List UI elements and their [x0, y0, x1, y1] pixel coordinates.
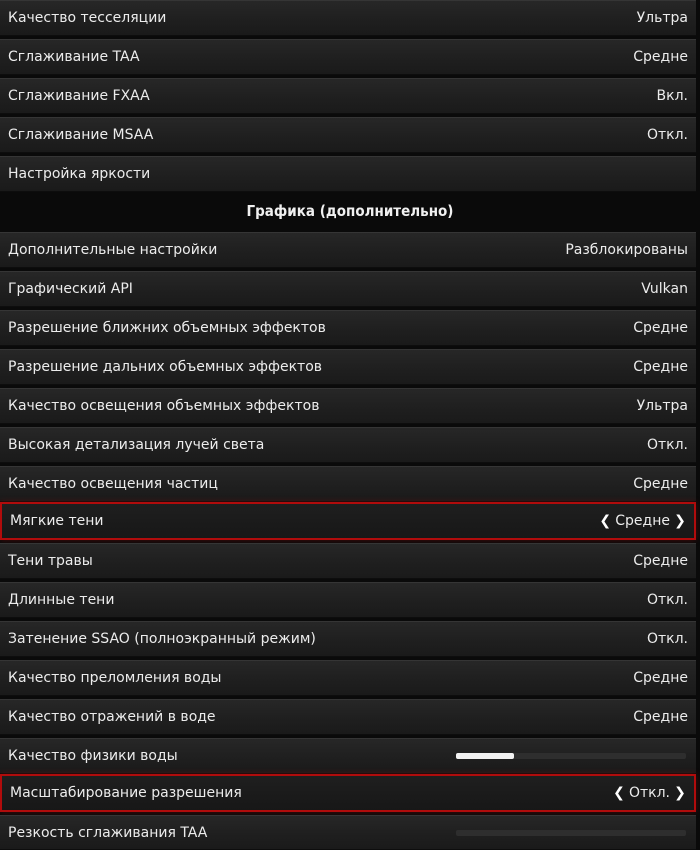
setting-value-selector: ❮ Откл. ❯	[613, 776, 686, 810]
chevron-right-icon[interactable]: ❯	[674, 785, 686, 801]
setting-value: Откл.	[646, 437, 688, 453]
setting-value: Средне	[633, 670, 688, 686]
setting-label: Тени травы	[8, 553, 93, 569]
setting-value: Средне	[615, 513, 670, 529]
section-header-advanced-graphics: Графика (дополнительно)	[0, 193, 700, 229]
setting-row-graphics-api[interactable]: Графический API Vulkan	[0, 271, 696, 307]
setting-label: Качество физики воды	[8, 748, 178, 764]
setting-label: Дополнительные настройки	[8, 242, 218, 258]
chevron-left-icon[interactable]: ❮	[599, 513, 611, 529]
setting-row-resolution-scaling[interactable]: Масштабирование разрешения ❮ Откл. ❯	[0, 774, 696, 812]
setting-label: Качество отражений в воде	[8, 709, 216, 725]
setting-value: Откл.	[646, 127, 688, 143]
water-physics-slider[interactable]	[456, 753, 686, 759]
slider-fill	[456, 753, 514, 759]
setting-value: Средне	[633, 709, 688, 725]
setting-row-high-detail-light-rays[interactable]: Высокая детализация лучей света Откл.	[0, 427, 696, 463]
taa-sharpness-slider[interactable]	[456, 829, 686, 836]
setting-value: Откл.	[646, 592, 688, 608]
chevron-right-icon[interactable]: ❯	[674, 513, 686, 529]
setting-label: Качество преломления воды	[8, 670, 222, 686]
setting-value: Средне	[633, 476, 688, 492]
setting-label: Резкость сглаживания TAA	[8, 824, 208, 841]
setting-label: Затенение SSAO (полноэкранный режим)	[8, 631, 316, 647]
setting-row-grass-shadows[interactable]: Тени травы Средне	[0, 543, 696, 579]
setting-label: Высокая детализация лучей света	[8, 437, 265, 453]
setting-label: Масштабирование разрешения	[10, 785, 242, 801]
setting-row-water-physics-quality[interactable]: Качество физики воды	[0, 738, 696, 774]
setting-row-tessellation-quality[interactable]: Качество тесселяции Ультра	[0, 0, 696, 36]
setting-label: Графический API	[8, 281, 133, 297]
setting-row-brightness[interactable]: Настройка яркости	[0, 156, 696, 192]
graphics-settings-panel: Качество тесселяции Ультра Сглаживание T…	[0, 0, 700, 850]
setting-value: Ультра	[636, 398, 688, 414]
setting-label: Сглаживание FXAA	[8, 88, 150, 104]
setting-row-fxaa[interactable]: Сглаживание FXAA Вкл.	[0, 78, 696, 114]
setting-label: Разрешение ближних объемных эффектов	[8, 320, 326, 336]
setting-label: Настройка яркости	[8, 166, 151, 182]
setting-value: Откл.	[628, 785, 670, 801]
setting-row-taa[interactable]: Сглаживание TAA Средне	[0, 39, 696, 75]
setting-label: Качество тесселяции	[8, 10, 167, 26]
setting-row-ssao[interactable]: Затенение SSAO (полноэкранный режим) Отк…	[0, 621, 696, 657]
setting-label: Качество освещения объемных эффектов	[8, 398, 320, 414]
setting-value: Средне	[633, 320, 688, 336]
chevron-left-icon[interactable]: ❮	[613, 785, 625, 801]
setting-value: Вкл.	[656, 88, 688, 104]
setting-row-particle-lighting-quality[interactable]: Качество освещения частиц Средне	[0, 466, 696, 502]
setting-label: Качество освещения частиц	[8, 476, 218, 492]
setting-label: Длинные тени	[8, 592, 115, 608]
setting-row-msaa[interactable]: Сглаживание MSAA Откл.	[0, 117, 696, 153]
setting-label: Сглаживание TAA	[8, 49, 140, 65]
setting-row-long-shadows[interactable]: Длинные тени Откл.	[0, 582, 696, 618]
setting-row-water-reflection-quality[interactable]: Качество отражений в воде Средне	[0, 699, 696, 735]
setting-value: Средне	[633, 49, 688, 65]
setting-row-soft-shadows[interactable]: Мягкие тени ❮ Средне ❯	[0, 502, 696, 540]
setting-value: Ультра	[636, 10, 688, 26]
setting-label: Сглаживание MSAA	[8, 127, 154, 143]
setting-row-far-volumetric-resolution[interactable]: Разрешение дальних объемных эффектов Сре…	[0, 349, 696, 385]
setting-value: Откл.	[646, 631, 688, 647]
setting-row-advanced-settings[interactable]: Дополнительные настройки Разблокированы	[0, 232, 696, 268]
setting-row-taa-sharpness[interactable]: Резкость сглаживания TAA	[0, 815, 696, 850]
setting-row-water-refraction-quality[interactable]: Качество преломления воды Средне	[0, 660, 696, 696]
setting-row-volumetric-lighting-quality[interactable]: Качество освещения объемных эффектов Уль…	[0, 388, 696, 424]
setting-value: Средне	[633, 553, 688, 569]
setting-value: Средне	[633, 359, 688, 375]
setting-value: Vulkan	[641, 281, 688, 297]
setting-value-selector: ❮ Средне ❯	[599, 504, 686, 538]
setting-label: Мягкие тени	[10, 513, 104, 529]
setting-row-near-volumetric-resolution[interactable]: Разрешение ближних объемных эффектов Сре…	[0, 310, 696, 346]
setting-value: Разблокированы	[565, 242, 688, 258]
setting-label: Разрешение дальних объемных эффектов	[8, 359, 323, 375]
